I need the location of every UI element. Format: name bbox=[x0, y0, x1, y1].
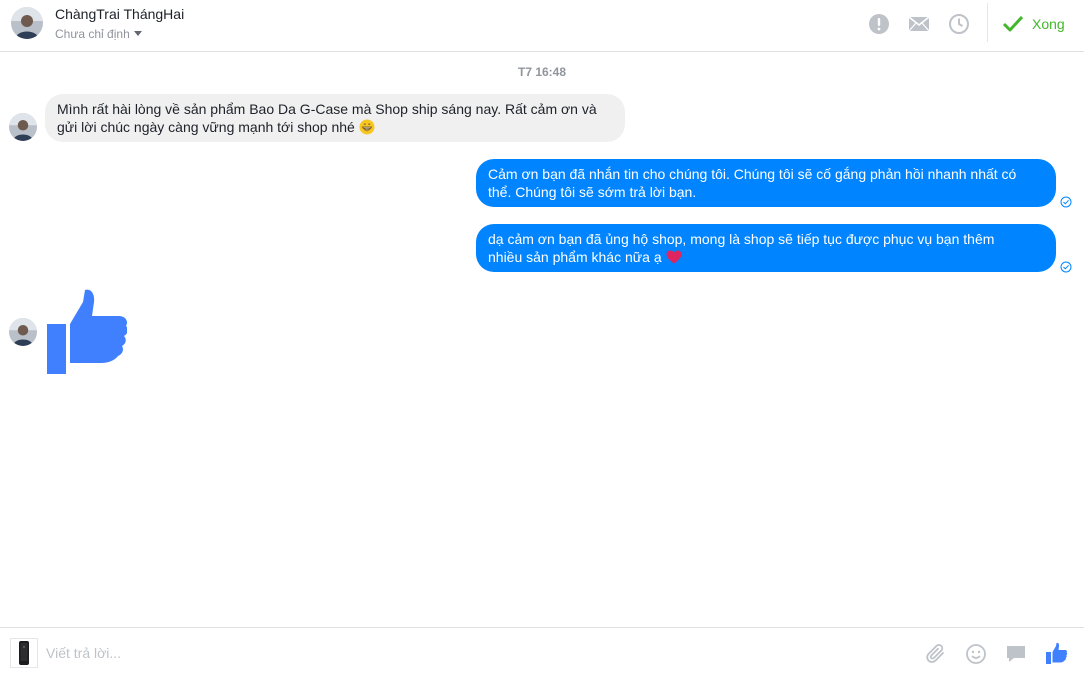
header-divider bbox=[987, 3, 988, 42]
message-line-with-emoji: nhiều sản phẩm khác nữa ạ bbox=[488, 248, 1044, 266]
caret-down-icon bbox=[133, 31, 142, 36]
message-line: gửi lời chúc ngày càng vững mạnh tới sho… bbox=[57, 119, 355, 135]
clock-icon[interactable] bbox=[947, 12, 971, 36]
alert-icon[interactable] bbox=[867, 12, 891, 36]
outgoing-message[interactable]: Cảm ơn bạn đã nhắn tin cho chúng tôi. Ch… bbox=[476, 159, 1056, 207]
message-line: dạ cảm ơn bạn đã ủng hộ shop, mong là sh… bbox=[488, 231, 995, 247]
message-line: Mình rất hài lòng về sản phẩm Bao Da G-C… bbox=[57, 101, 597, 117]
message-line: Cảm ơn bạn đã nhắn tin cho chúng tôi. Ch… bbox=[488, 166, 1017, 182]
sender-avatar[interactable] bbox=[9, 318, 37, 346]
like-icon[interactable] bbox=[1044, 642, 1068, 666]
red-heart-icon bbox=[666, 250, 681, 264]
outgoing-message[interactable]: dạ cảm ơn bạn đã ủng hộ shop, mong là sh… bbox=[476, 224, 1056, 272]
conversation-header: ChàngTrai ThángHai Chưa chỉ định Xong bbox=[0, 0, 1084, 52]
sent-status-icon bbox=[1060, 261, 1072, 273]
check-icon bbox=[1002, 15, 1024, 32]
sender-avatar[interactable] bbox=[9, 113, 37, 141]
contact-avatar[interactable] bbox=[11, 7, 43, 39]
grinning-face-icon bbox=[359, 119, 375, 135]
done-button[interactable]: Xong bbox=[1002, 12, 1065, 36]
emoji-icon[interactable] bbox=[964, 642, 988, 666]
assign-label: Chưa chỉ định bbox=[55, 27, 130, 41]
attachment-icon[interactable] bbox=[924, 642, 948, 666]
reply-composer bbox=[0, 627, 1084, 681]
contact-name[interactable]: ChàngTrai ThángHai bbox=[55, 6, 184, 22]
product-thumbnail[interactable] bbox=[10, 638, 38, 668]
mail-icon[interactable] bbox=[907, 12, 931, 36]
message-line-with-emoji: gửi lời chúc ngày càng vững mạnh tới sho… bbox=[57, 118, 613, 136]
saved-reply-icon[interactable] bbox=[1004, 642, 1028, 666]
message-timestamp: T7 16:48 bbox=[517, 65, 567, 79]
thumbs-up-sticker-icon[interactable] bbox=[47, 288, 127, 374]
inbox-conversation: ChàngTrai ThángHai Chưa chỉ định Xong T7… bbox=[0, 0, 1084, 681]
message-line: nhiều sản phẩm khác nữa ạ bbox=[488, 249, 662, 265]
message-line: thể. Chúng tôi sẽ sớm trả lời bạn. bbox=[488, 184, 697, 200]
incoming-message[interactable]: Mình rất hài lòng về sản phẩm Bao Da G-C… bbox=[45, 94, 625, 142]
assign-dropdown[interactable]: Chưa chỉ định bbox=[55, 27, 142, 41]
reply-input[interactable] bbox=[46, 640, 646, 666]
sent-status-icon bbox=[1060, 196, 1072, 208]
done-label: Xong bbox=[1032, 16, 1065, 32]
